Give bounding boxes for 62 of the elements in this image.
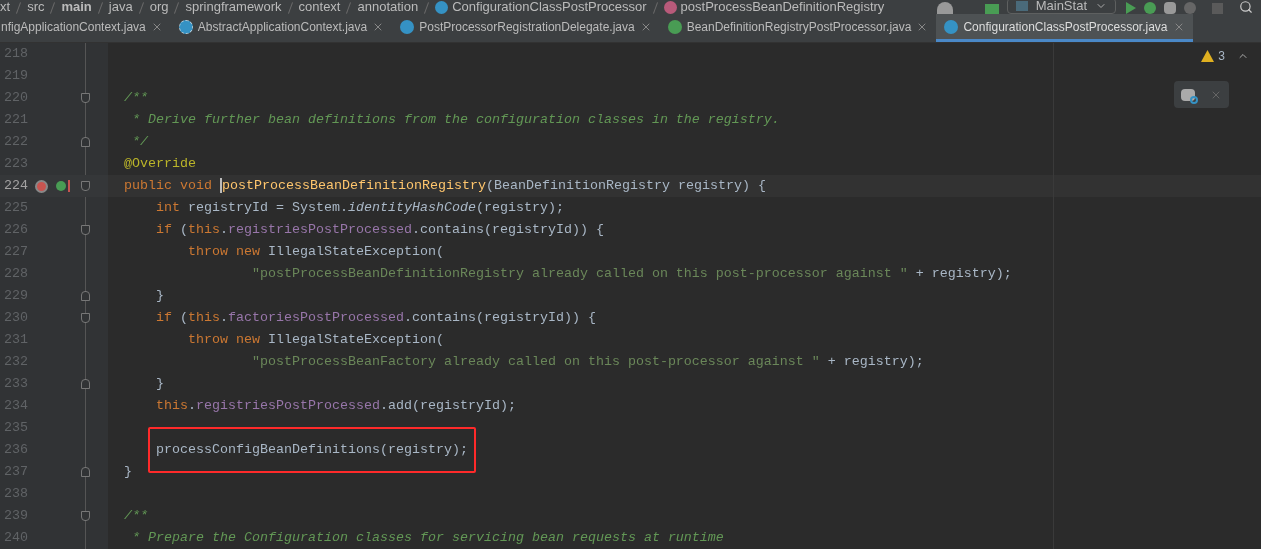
tab-label: nfigApplicationContext.java	[1, 18, 146, 36]
editor-tab[interactable]: BeanDefinitionRegistryPostProcessor.java	[659, 14, 937, 42]
breadcrumb-item[interactable]: postProcessBeanDefinitionRegistry	[680, 0, 885, 14]
editor-tab[interactable]: PostProcessorRegistrationDelegate.java	[392, 14, 660, 42]
fold-icon[interactable]	[81, 511, 90, 521]
code-line: throw new IllegalStateException(	[187, 331, 444, 349]
class-icon	[435, 0, 449, 14]
fold-icon[interactable]	[81, 137, 90, 147]
interface-icon	[667, 19, 682, 34]
breadcrumb-item[interactable]: java	[108, 0, 133, 14]
class-icon	[400, 19, 415, 34]
debug-icon[interactable]	[1144, 2, 1156, 14]
code-line: */	[131, 133, 148, 151]
editor-tab[interactable]: AbstractApplicationContext.java	[170, 14, 393, 42]
warning-count: 3	[1218, 48, 1225, 65]
search-icon[interactable]	[1239, 0, 1253, 14]
breadcrumb-item[interactable]: main	[61, 0, 92, 14]
code-line: /**	[124, 89, 148, 107]
editor-tab[interactable]: ConfigurationClassPostProcessor.java	[936, 14, 1193, 42]
tab-label: AbstractApplicationContext.java	[197, 18, 368, 36]
breadcrumb-item[interactable]: org	[149, 0, 169, 14]
fold-icon[interactable]	[81, 225, 90, 235]
code-line: "postProcessBeanDefinitionRegistry already called on this post-processor against " + registry);	[250, 265, 1012, 283]
tab-label: BeanDefinitionRegistryPostProcessor.java	[686, 18, 912, 36]
code-line: processConfigBeanDefinitions(registry);	[156, 441, 468, 459]
breadcrumb-item[interactable]: ConfigurationClassPostProcessor	[452, 0, 647, 14]
fold-icon[interactable]	[81, 467, 90, 477]
code-line: /**	[124, 507, 148, 525]
breakpoint-icon[interactable]	[35, 179, 48, 193]
code-line: if (this.factoriesPostProcessed.contains(registryId)) {	[155, 309, 596, 327]
editor-tab[interactable]: nfigApplicationContext.java	[0, 14, 171, 42]
line-number: 224	[3, 177, 28, 195]
code-line: }	[155, 287, 164, 305]
breadcrumb-item[interactable]: context	[298, 0, 341, 14]
class-icon	[944, 19, 959, 34]
fold-icon[interactable]	[81, 93, 90, 103]
code-line: throw new IllegalStateException(	[187, 243, 444, 261]
breadcrumb-item[interactable]: src	[27, 0, 45, 14]
code-line: "postProcessBeanFactory already called on this post-processor against " + registry);	[250, 353, 924, 371]
fold-icon[interactable]	[81, 313, 90, 323]
code-line: public void postProcessBeanDefinitionRegistry(BeanDefinitionRegistry registry) {	[124, 177, 766, 195]
code-line: * Derive further bean definitions from the configuration classes in the registry.	[131, 111, 780, 129]
code-line: if (this.registriesPostProcessed.contains(registryId)) {	[155, 221, 604, 239]
code-line: }	[124, 463, 132, 481]
code-line: * Prepare the Configuration classes for servicing bean requests at runtime	[131, 529, 724, 547]
method-icon	[663, 0, 677, 14]
fold-icon[interactable]	[81, 181, 90, 191]
tab-label: ConfigurationClassPostProcessor.java	[963, 18, 1168, 36]
code-line: @Override	[124, 155, 196, 173]
breadcrumb-item[interactable]: xt	[0, 0, 11, 14]
code-line: }	[155, 375, 164, 393]
breadcrumb-item[interactable]: springframework	[185, 0, 282, 14]
tab-label: PostProcessorRegistrationDelegate.java	[419, 18, 635, 36]
run-config-label: MainStat	[1035, 0, 1087, 13]
abstract-class-icon	[178, 19, 193, 34]
fold-icon[interactable]	[81, 379, 90, 389]
warning-icon[interactable]	[1201, 50, 1215, 62]
code-line: this.registriesPostProcessed.add(registryId);	[155, 397, 516, 415]
code-line: int registryId = System.identityHashCode(registry);	[155, 199, 564, 217]
breadcrumb-item[interactable]: annotation	[357, 0, 419, 14]
fold-icon[interactable]	[81, 291, 90, 301]
implements-icon[interactable]	[56, 181, 66, 191]
